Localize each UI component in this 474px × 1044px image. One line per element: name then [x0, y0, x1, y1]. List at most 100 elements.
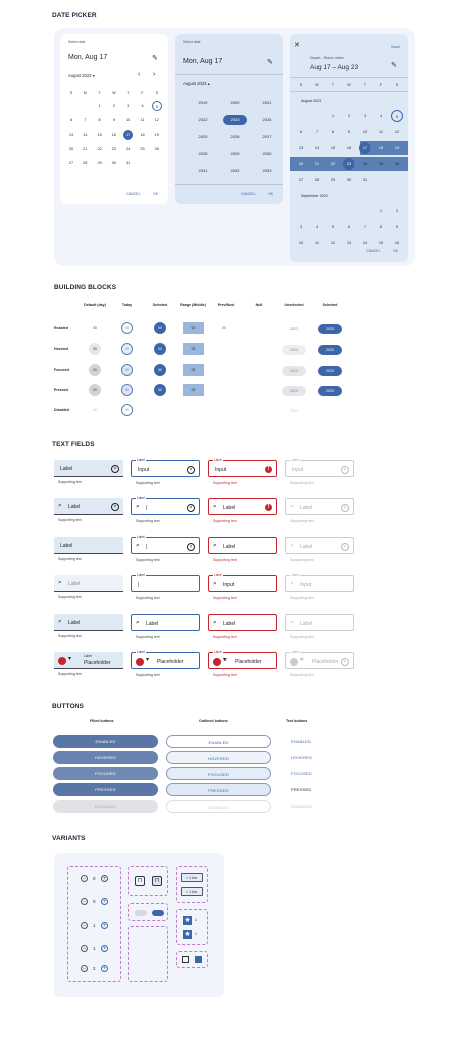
- calendar-day[interactable]: 4: [376, 111, 386, 121]
- year-cell-unselected[interactable]: 2023: [282, 386, 306, 396]
- year-option[interactable]: 2024: [255, 115, 279, 125]
- clear-icon[interactable]: ×: [187, 503, 195, 512]
- cancel-button[interactable]: CANCEL: [241, 192, 256, 196]
- star-icon[interactable]: ★: [183, 930, 192, 939]
- field-value[interactable]: Label: [60, 543, 72, 549]
- filled-button-enabled[interactable]: ENABLED: [53, 735, 158, 748]
- plus-icon[interactable]: +: [101, 964, 108, 972]
- field-value[interactable]: |: [146, 544, 147, 550]
- field-value[interactable]: Input: [215, 467, 226, 473]
- calendar-day[interactable]: 1: [95, 101, 105, 111]
- field-value[interactable]: Placeholder: [84, 660, 110, 666]
- calendar-day[interactable]: 9: [392, 222, 402, 232]
- calendar-day[interactable]: 31: [123, 158, 133, 168]
- calendar-day[interactable]: 18: [376, 143, 386, 153]
- day-cell-today[interactable]: 00: [121, 364, 133, 376]
- edit-icon[interactable]: ✎: [391, 61, 397, 69]
- day-cell-default[interactable]: 00: [89, 364, 101, 376]
- calendar-day[interactable]: 2: [109, 101, 119, 111]
- text-field[interactable]: Label Supporting text: [54, 537, 123, 561]
- calendar-day[interactable]: 21: [312, 159, 322, 169]
- calendar-day[interactable]: 24: [123, 144, 133, 154]
- day-cell-selected[interactable]: 00: [154, 384, 166, 396]
- save-button[interactable]: Save: [391, 44, 400, 49]
- calendar-day[interactable]: 28: [312, 175, 322, 185]
- calendar-day[interactable]: 27: [296, 175, 306, 185]
- calendar-day[interactable]: 23: [109, 144, 119, 154]
- year-option[interactable]: 2028: [191, 149, 215, 159]
- day-cell-range[interactable]: 00: [183, 322, 204, 334]
- year-option[interactable]: 2029: [223, 149, 247, 159]
- calendar-day[interactable]: 8: [95, 115, 105, 125]
- text-field[interactable]: Input Label! Supporting text: [208, 457, 277, 485]
- calendar-day[interactable]: 5: [328, 222, 338, 232]
- calendar-day[interactable]: 27: [66, 158, 76, 168]
- edit-icon[interactable]: ✎: [267, 58, 273, 66]
- distance-chip[interactable]: < 1 km.: [181, 873, 203, 882]
- calendar-day[interactable]: 16: [344, 143, 354, 153]
- day-cell-selected[interactable]: 00: [154, 364, 166, 376]
- minus-icon[interactable]: −: [81, 897, 88, 905]
- year-cell-unselected[interactable]: 2023: [282, 366, 306, 376]
- calendar-day[interactable]: 15: [376, 238, 386, 248]
- day-cell-default[interactable]: 00: [89, 322, 101, 334]
- field-value[interactable]: Label: [68, 620, 80, 626]
- calendar-day[interactable]: 19: [152, 130, 162, 140]
- calendar-day[interactable]: 15: [95, 130, 105, 140]
- edit-icon[interactable]: ✎: [152, 54, 158, 62]
- close-icon[interactable]: ✕: [294, 41, 300, 49]
- calendar-day[interactable]: 20: [66, 144, 76, 154]
- month-year-selector[interactable]: August 2023 ▴: [183, 81, 210, 86]
- text-button-hovered[interactable]: HOVERED: [291, 755, 312, 760]
- year-cell-unselected[interactable]: 2023: [282, 345, 306, 355]
- calendar-day[interactable]: 4: [312, 222, 322, 232]
- text-field[interactable]: | Label Supporting text: [131, 572, 200, 600]
- calendar-day[interactable]: 16: [109, 130, 119, 140]
- cancel-button[interactable]: CANCEL: [366, 249, 381, 253]
- clear-icon[interactable]: ×: [187, 465, 195, 474]
- text-field[interactable]: ⌕ | Label × Supporting text: [131, 534, 200, 562]
- year-option[interactable]: 2033: [255, 166, 279, 176]
- year-option[interactable]: 2032: [223, 166, 247, 176]
- text-field[interactable]: ⌕ Label Supporting text: [131, 614, 200, 639]
- calendar-day[interactable]: 31: [360, 175, 370, 185]
- calendar-day[interactable]: 11: [138, 115, 148, 125]
- field-value[interactable]: Label: [60, 466, 72, 472]
- year-option[interactable]: 2031: [191, 166, 215, 176]
- outlined-button-hovered[interactable]: HOVERED: [166, 751, 271, 764]
- text-field[interactable]: ⌕ Label! Supporting text: [208, 498, 277, 523]
- calendar-day[interactable]: 16: [392, 238, 402, 248]
- text-field[interactable]: ⌕ Input Label Supporting text: [208, 572, 277, 600]
- calendar-day[interactable]: 26: [392, 159, 402, 169]
- calendar-day[interactable]: 28: [80, 158, 90, 168]
- distance-chip[interactable]: < 1 km.: [181, 887, 203, 896]
- filled-button-focused[interactable]: FOCUSED: [53, 767, 158, 780]
- calendar-day[interactable]: 12: [152, 115, 162, 125]
- plus-icon[interactable]: +: [101, 897, 108, 905]
- year-cell-selected[interactable]: 2023: [318, 324, 342, 334]
- calendar-day[interactable]: 7: [80, 115, 90, 125]
- calendar-day[interactable]: 26: [152, 144, 162, 154]
- calendar-day[interactable]: 7: [360, 222, 370, 232]
- filled-button-hovered[interactable]: HOVERED: [53, 751, 158, 764]
- calendar-day[interactable]: 12: [392, 127, 402, 137]
- calendar-day[interactable]: 2: [344, 111, 354, 121]
- calendar-day[interactable]: 2: [392, 206, 402, 216]
- calendar-day[interactable]: 11: [312, 238, 322, 248]
- text-field[interactable]: Input Label × Supporting text: [131, 457, 200, 485]
- text-button-focused[interactable]: FOCUSED: [291, 771, 312, 776]
- year-option[interactable]: 2026: [223, 132, 247, 142]
- field-value[interactable]: Label: [146, 621, 158, 627]
- calendar-day[interactable]: 14: [312, 143, 322, 153]
- day-cell-selected[interactable]: 00: [154, 343, 166, 355]
- text-field[interactable]: ⌕ Label × Supporting text: [54, 498, 123, 522]
- calendar-day[interactable]: 30: [344, 175, 354, 185]
- text-field[interactable]: ⌕ | Label × Supporting text: [131, 495, 200, 523]
- calendar-day[interactable]: 8: [328, 127, 338, 137]
- calendar-day[interactable]: 5: [391, 110, 403, 122]
- calendar-day[interactable]: 5: [151, 101, 162, 111]
- calendar-day[interactable]: 10: [296, 238, 306, 248]
- year-option[interactable]: 2022: [191, 115, 215, 125]
- field-value[interactable]: Input: [138, 467, 149, 473]
- year-option[interactable]: 2019: [191, 98, 215, 108]
